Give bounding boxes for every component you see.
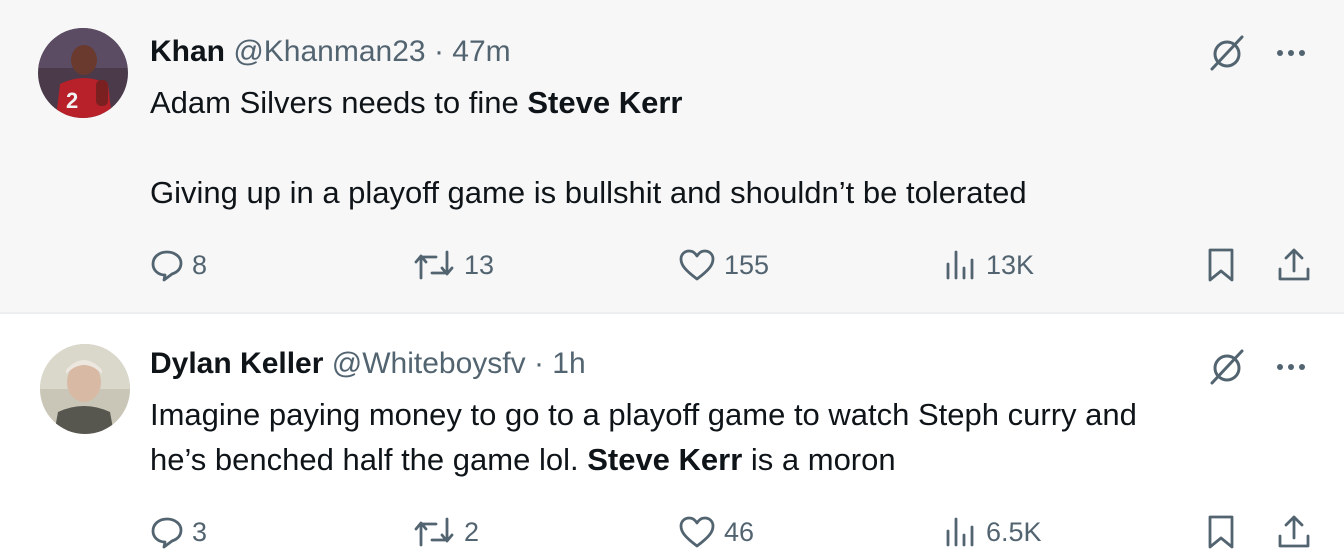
share-icon xyxy=(1276,247,1312,283)
tweet-text-line: Adam Silvers needs to fine xyxy=(150,85,528,120)
grok-icon[interactable] xyxy=(1208,34,1246,72)
separator-dot: · xyxy=(433,35,444,68)
tweet-text-line: Giving up in a playoff game is bullshit … xyxy=(150,175,1027,210)
bookmark-icon xyxy=(1206,514,1236,550)
like-button[interactable]: 155 xyxy=(678,247,769,283)
retweet-count: 13 xyxy=(464,250,495,280)
like-count: 155 xyxy=(724,250,770,280)
mention-bold: Steve Kerr xyxy=(527,85,683,120)
bookmark-button[interactable] xyxy=(1206,247,1236,283)
display-name[interactable]: Dylan Keller xyxy=(150,347,323,380)
share-button[interactable] xyxy=(1276,514,1312,550)
views-icon xyxy=(944,515,978,549)
avatar[interactable] xyxy=(40,344,130,434)
like-button[interactable]: 46 xyxy=(678,514,754,550)
top-actions xyxy=(1208,34,1306,72)
more-icon[interactable] xyxy=(1276,48,1306,58)
reply-button[interactable]: 3 xyxy=(150,514,207,550)
views-button[interactable]: 6.5K xyxy=(944,514,1042,550)
retweet-count: 2 xyxy=(464,517,480,547)
tweet-text-line-2: he’s benched half the game lol. Steve Ke… xyxy=(150,437,1284,482)
like-icon xyxy=(678,248,716,282)
views-count: 13K xyxy=(986,250,1035,280)
reply-icon xyxy=(150,515,184,549)
tweet-header: Khan @Khanman23 · 47m xyxy=(150,34,511,70)
retweet-button[interactable]: 2 xyxy=(412,514,479,550)
like-icon xyxy=(678,515,716,549)
tweet-2[interactable]: Dylan Keller @Whiteboysfv · 1h Imagine p… xyxy=(0,314,1344,555)
retweet-button[interactable]: 13 xyxy=(412,247,494,283)
tweet-text: Adam Silvers needs to fine Steve Kerr xyxy=(150,80,1284,125)
timestamp[interactable]: 1h xyxy=(552,347,585,380)
retweet-icon xyxy=(412,248,456,282)
tweet-text-second-paragraph: Giving up in a playoff game is bullshit … xyxy=(150,170,1284,215)
reply-count: 8 xyxy=(192,250,208,280)
like-count: 46 xyxy=(724,517,755,547)
tweet-header: Dylan Keller @Whiteboysfv · 1h xyxy=(150,346,586,382)
display-name[interactable]: Khan xyxy=(150,35,225,68)
views-button[interactable]: 13K xyxy=(944,247,1034,283)
bookmark-icon xyxy=(1206,247,1236,283)
views-icon xyxy=(944,248,978,282)
user-handle[interactable]: @Whiteboysfv xyxy=(332,347,526,380)
user-handle[interactable]: @Khanman23 xyxy=(233,35,425,68)
more-icon[interactable] xyxy=(1276,362,1306,372)
views-count: 6.5K xyxy=(986,517,1042,547)
bookmark-button[interactable] xyxy=(1206,514,1236,550)
share-icon xyxy=(1276,514,1312,550)
reply-count: 3 xyxy=(192,517,208,547)
tweet-text-line: Imagine paying money to go to a playoff … xyxy=(150,397,1137,432)
timestamp[interactable]: 47m xyxy=(452,35,510,68)
tweet-1[interactable]: 2 Khan @Khanman23 · 47m Adam Silvers nee… xyxy=(0,0,1344,314)
action-bar: 8 13 155 13K xyxy=(150,247,1312,283)
reply-button[interactable]: 8 xyxy=(150,247,207,283)
avatar[interactable]: 2 xyxy=(38,28,128,118)
retweet-icon xyxy=(412,515,456,549)
top-actions xyxy=(1208,348,1306,386)
tweet-text-segment: is a moron xyxy=(742,442,896,477)
tweet-text: Imagine paying money to go to a playoff … xyxy=(150,392,1284,437)
share-button[interactable] xyxy=(1276,247,1312,283)
grok-icon[interactable] xyxy=(1208,348,1246,386)
reply-icon xyxy=(150,248,184,282)
action-bar: 3 2 46 6.5K xyxy=(150,514,1312,550)
mention-bold: Steve Kerr xyxy=(587,442,743,477)
svg-text:2: 2 xyxy=(66,88,78,113)
tweet-text-segment: he’s benched half the game lol. xyxy=(150,442,588,477)
separator-dot: · xyxy=(533,347,544,380)
